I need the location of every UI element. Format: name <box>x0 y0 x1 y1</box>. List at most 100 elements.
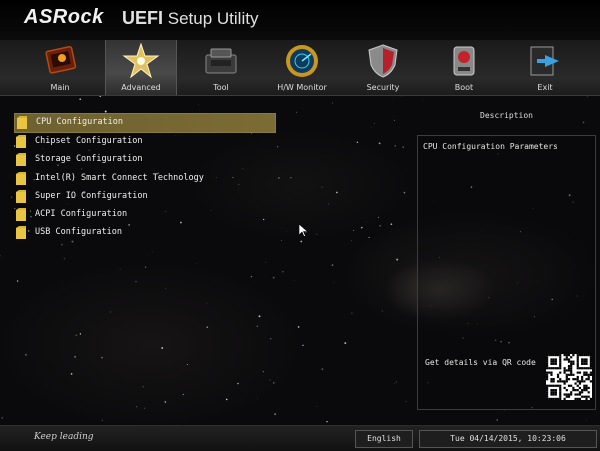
star <box>282 271 283 272</box>
star <box>144 408 145 409</box>
tab-exit-label: Exit <box>510 83 580 92</box>
brand-logo: ASRock <box>24 6 104 29</box>
tab-advanced[interactable]: Advanced <box>105 40 177 95</box>
star <box>361 227 363 229</box>
star <box>321 368 323 370</box>
star <box>395 145 396 146</box>
qr-code-icon[interactable] <box>546 354 592 400</box>
tab-exit[interactable]: Exit <box>510 40 580 95</box>
star <box>391 223 393 225</box>
star <box>351 240 352 241</box>
footer-bar: Keep leading English Tue 04/14/2015, 10:… <box>0 425 600 451</box>
menu-item-super-io-configuration[interactable]: Super IO Configuration <box>14 188 276 206</box>
toolbox-icon <box>201 43 241 79</box>
star <box>101 107 102 108</box>
tab-boot[interactable]: Boot <box>429 40 499 95</box>
star <box>187 364 188 365</box>
star-icon <box>121 43 161 79</box>
star <box>496 419 498 421</box>
star <box>396 382 397 383</box>
star <box>403 146 404 147</box>
language-selector[interactable]: English <box>355 430 413 448</box>
shield-icon <box>363 43 403 79</box>
star <box>273 382 274 383</box>
menu-item-chipset-configuration[interactable]: Chipset Configuration <box>14 133 276 151</box>
star <box>394 120 395 121</box>
tab-advanced-label: Advanced <box>106 83 176 92</box>
star <box>382 311 383 312</box>
tab-security[interactable]: Security <box>348 40 418 95</box>
menu-item-label: ACPI Configuration <box>35 209 127 219</box>
star <box>586 419 587 420</box>
star <box>396 259 398 261</box>
menu-item-label: Chipset Configuration <box>35 136 142 146</box>
star <box>332 103 333 104</box>
star <box>46 386 47 387</box>
datetime-display: Tue 04/14/2015, 10:23:06 <box>419 430 597 448</box>
tab-security-label: Security <box>348 83 418 92</box>
star <box>278 177 280 179</box>
header-bar: ASRock UEFI Setup Utility <box>0 0 600 40</box>
mouse-cursor-icon <box>299 224 308 237</box>
star <box>322 187 323 188</box>
star <box>406 401 407 402</box>
menu-item-label: Super IO Configuration <box>35 191 148 201</box>
star <box>183 394 184 395</box>
star <box>145 267 146 268</box>
star <box>300 241 302 243</box>
star <box>290 177 291 178</box>
star <box>587 96 588 97</box>
star <box>353 230 354 231</box>
star <box>79 98 81 100</box>
star <box>11 197 12 198</box>
star <box>17 280 19 282</box>
star <box>136 406 137 407</box>
tab-main-label: Main <box>25 83 95 92</box>
star <box>64 258 65 259</box>
menu-item-smart-connect[interactable]: Intel(R) Smart Connect Technology <box>14 170 276 188</box>
advanced-menu-list: CPU Configuration Chipset Configuration … <box>14 113 276 242</box>
folder-icon <box>16 135 26 148</box>
tab-hw-monitor-label: H/W Monitor <box>267 83 337 92</box>
menu-item-label: CPU Configuration <box>36 117 123 127</box>
tab-tool-label: Tool <box>186 83 256 92</box>
star <box>74 356 76 358</box>
folder-icon <box>16 226 26 239</box>
star <box>259 315 261 317</box>
star <box>372 128 373 129</box>
tab-boot-label: Boot <box>429 83 499 92</box>
star <box>296 112 297 113</box>
tab-bar: Main Advanced Tool H/W Monitor Security <box>0 40 600 96</box>
folder-icon <box>16 190 26 203</box>
menu-item-storage-configuration[interactable]: Storage Configuration <box>14 151 276 169</box>
star <box>25 354 27 356</box>
tab-main[interactable]: Main <box>25 40 95 95</box>
folder-icon <box>16 208 26 221</box>
tab-hw-monitor[interactable]: H/W Monitor <box>267 40 337 95</box>
star <box>357 142 359 144</box>
menu-item-acpi-configuration[interactable]: ACPI Configuration <box>14 206 276 224</box>
qr-label: Get details via QR code <box>425 358 536 367</box>
star <box>277 146 278 147</box>
menu-item-usb-configuration[interactable]: USB Configuration <box>14 224 276 242</box>
radar-icon <box>282 43 322 79</box>
star <box>143 386 144 387</box>
star <box>274 413 276 415</box>
star <box>583 122 585 124</box>
menu-item-cpu-configuration[interactable]: CPU Configuration <box>14 113 276 133</box>
power-icon <box>444 43 484 79</box>
star <box>165 288 166 289</box>
star <box>369 237 370 238</box>
star <box>378 217 379 218</box>
app-title: UEFI Setup Utility <box>122 8 258 29</box>
star <box>366 222 367 223</box>
star <box>161 347 163 349</box>
star <box>61 244 63 246</box>
star <box>207 327 208 328</box>
star <box>165 401 166 402</box>
tab-tool[interactable]: Tool <box>186 40 256 95</box>
star <box>273 277 275 279</box>
star <box>237 383 239 385</box>
star <box>266 262 267 263</box>
star <box>196 263 197 264</box>
